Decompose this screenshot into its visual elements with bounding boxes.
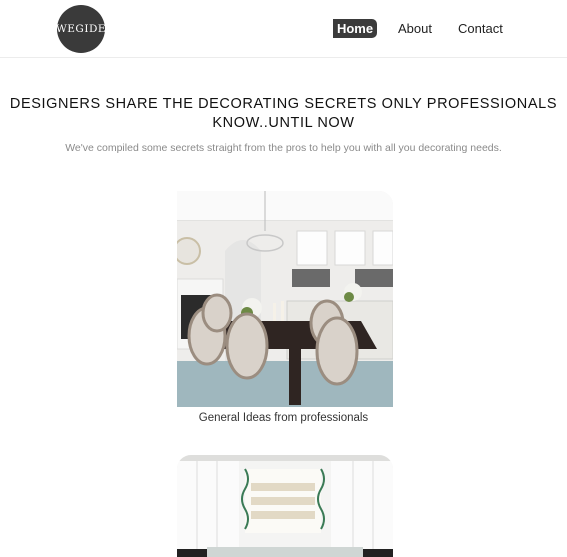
- nav-contact-link[interactable]: Contact: [458, 19, 503, 38]
- page-subtitle: We've compiled some secrets straight fro…: [65, 142, 502, 154]
- headline-line-1: DESIGNERS SHARE THE DECORATING SECRETS O…: [9, 96, 558, 112]
- logo-text: WEGIDE: [55, 23, 107, 35]
- card-caption[interactable]: General Ideas from professionals: [0, 412, 567, 424]
- dining-room-image[interactable]: [177, 191, 393, 407]
- site-header: WEGIDE Home About Contact: [0, 0, 567, 58]
- headline-line-2: KNOW..UNTIL NOW: [212, 114, 355, 131]
- nav-about-link[interactable]: About: [398, 19, 432, 38]
- dining-room-illustration: [177, 191, 393, 407]
- window-treatment-image[interactable]: [177, 455, 393, 557]
- site-logo[interactable]: WEGIDE: [55, 5, 107, 53]
- window-curtain-illustration: [177, 455, 393, 557]
- nav-home-link[interactable]: Home: [333, 19, 377, 38]
- page-headline: DESIGNERS SHARE THE DECORATING SECRETS O…: [0, 95, 567, 132]
